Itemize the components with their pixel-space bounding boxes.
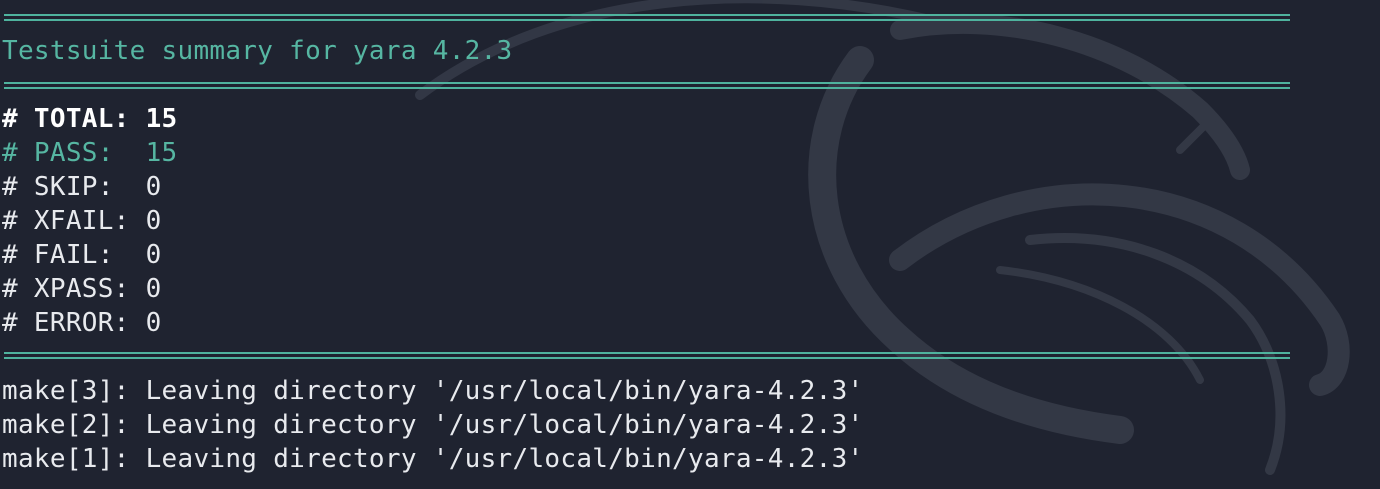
result-label: # FAIL:: [2, 240, 146, 270]
result-label: # XFAIL:: [2, 206, 146, 236]
separator-rule: [4, 352, 1290, 360]
result-error: # ERROR: 0: [2, 306, 162, 340]
result-value: 0: [145, 274, 162, 304]
result-label: # XPASS:: [2, 274, 146, 304]
separator-rule: [4, 14, 1290, 22]
summary-title: Testsuite summary for yara 4.2.3: [2, 36, 513, 66]
result-value: 0: [145, 308, 162, 338]
result-label: # SKIP:: [2, 172, 146, 202]
result-xpass: # XPASS: 0: [2, 272, 162, 306]
result-xfail: # XFAIL: 0: [2, 204, 162, 238]
result-value: 0: [145, 240, 162, 270]
result-value: 0: [145, 172, 162, 202]
separator-rule: [4, 82, 1290, 90]
make-line: make[1]: Leaving directory '/usr/local/b…: [2, 444, 864, 474]
terminal-output: Testsuite summary for yara 4.2.3 # TOTAL…: [0, 0, 1380, 489]
result-label: # PASS:: [2, 138, 146, 168]
result-label: # TOTAL:: [2, 104, 146, 134]
make-line: make[3]: Leaving directory '/usr/local/b…: [2, 376, 864, 406]
result-skip: # SKIP: 0: [2, 170, 162, 204]
result-value: 15: [145, 104, 178, 134]
result-fail: # FAIL: 0: [2, 238, 162, 272]
make-line: make[2]: Leaving directory '/usr/local/b…: [2, 410, 864, 440]
result-pass: # PASS: 15: [2, 136, 178, 170]
result-value: 15: [145, 138, 178, 168]
result-total: # TOTAL: 15: [2, 102, 178, 136]
result-label: # ERROR:: [2, 308, 146, 338]
result-value: 0: [145, 206, 162, 236]
